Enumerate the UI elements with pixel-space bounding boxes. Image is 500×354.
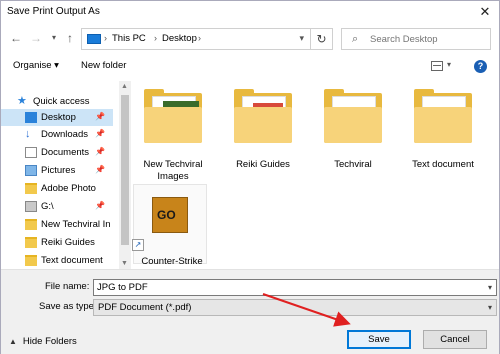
- folder-icon: PDF: [234, 89, 292, 143]
- file-item-label: Counter-Strike: [141, 256, 203, 267]
- file-name-field[interactable]: ▾: [93, 279, 497, 296]
- breadcrumb-separator: ›: [154, 33, 157, 43]
- refresh-icon[interactable]: ↻: [310, 29, 332, 49]
- file-item-counter-strike[interactable]: GO ↗ Counter-Strike: [132, 184, 207, 267]
- new-folder-button[interactable]: New folder: [81, 60, 126, 71]
- breadcrumb-separator: ›: [198, 33, 201, 43]
- star-icon: ★: [17, 95, 27, 107]
- scroll-up-icon[interactable]: ▲: [121, 83, 128, 90]
- shortcut-arrow-icon: ↗: [132, 239, 144, 251]
- folder-icon: [324, 89, 382, 143]
- sidebar-item-g-drive[interactable]: G:\ 📌: [1, 198, 113, 215]
- recent-locations-chevron-icon[interactable]: ▾: [47, 31, 61, 45]
- folder-icon: [414, 89, 472, 143]
- downloads-icon: ↓: [25, 128, 31, 140]
- counter-strike-icon: GO: [152, 197, 188, 233]
- save-as-type-value: PDF Document (*.pdf): [98, 302, 192, 313]
- hide-folders-label: Hide Folders: [22, 336, 77, 347]
- file-item-label: New Techviral Images: [143, 159, 203, 182]
- pictures-icon: [25, 165, 37, 176]
- up-arrow-icon[interactable]: ↑: [63, 31, 77, 45]
- chevron-down-icon[interactable]: ▾: [488, 283, 492, 292]
- view-options-icon[interactable]: [431, 61, 443, 71]
- search-icon: ⌕: [352, 33, 359, 45]
- hide-folders-button[interactable]: ▲ Hide Folders: [9, 336, 77, 347]
- title-bar: Save Print Output As ✕: [1, 1, 499, 23]
- save-dialog: Save Print Output As ✕ ← → ▾ ↑ › This PC…: [0, 0, 500, 354]
- sidebar-item-label: Desktop: [41, 112, 76, 123]
- search-input[interactable]: [370, 32, 488, 47]
- file-item-techviral[interactable]: Techviral: [313, 81, 393, 181]
- window-title: Save Print Output As: [7, 6, 100, 17]
- sidebar-item-label: Downloads: [41, 129, 88, 140]
- pin-icon[interactable]: 📌: [95, 129, 105, 138]
- save-options-panel: File name: ▾ Save as type: PDF Document …: [1, 269, 499, 354]
- sidebar-item-documents[interactable]: Documents 📌: [1, 144, 113, 161]
- pin-icon[interactable]: 📌: [95, 112, 105, 121]
- file-item-label: Techviral: [334, 159, 372, 170]
- sidebar-item-desktop[interactable]: Desktop 📌: [1, 109, 113, 126]
- folder-icon: [25, 255, 37, 266]
- chevron-down-icon[interactable]: ▾: [488, 303, 492, 312]
- folder-icon: [25, 219, 37, 230]
- folder-icon: [25, 237, 37, 248]
- desktop-icon: [25, 112, 37, 123]
- chevron-up-icon: ▲: [9, 337, 17, 346]
- file-item-label: Reiki Guides: [236, 159, 290, 170]
- folder-icon: [25, 183, 37, 194]
- organise-button[interactable]: Organise ▾: [13, 60, 59, 71]
- drive-icon: [25, 201, 37, 212]
- sidebar-item-reiki-guides[interactable]: Reiki Guides: [1, 234, 113, 251]
- pin-icon[interactable]: 📌: [95, 147, 105, 156]
- scroll-down-icon[interactable]: ▼: [121, 260, 128, 267]
- file-item-new-techviral-images[interactable]: New Techviral Images: [133, 81, 213, 182]
- sidebar-item-label: Reiki Guides: [41, 237, 95, 248]
- sidebar-item-label: G:\: [41, 201, 54, 212]
- sidebar-item-label: Quick access: [33, 96, 90, 107]
- breadcrumb-desktop[interactable]: Desktop: [162, 33, 197, 44]
- address-dropdown-icon[interactable]: ▾: [299, 33, 304, 44]
- sidebar-item-label: Adobe Photo: [41, 183, 96, 194]
- navigation-pane: ★ Quick access Desktop 📌 ↓ Downloads 📌 D…: [1, 81, 119, 269]
- close-icon[interactable]: ✕: [477, 4, 493, 20]
- breadcrumb-separator: ›: [104, 33, 107, 43]
- command-toolbar: Organise ▾ New folder ▾ ?: [1, 56, 499, 78]
- forward-arrow-icon[interactable]: →: [29, 31, 43, 45]
- search-box[interactable]: ⌕: [341, 28, 491, 50]
- sidebar-item-label: Documents: [41, 147, 90, 158]
- file-list: New Techviral Images PDF Reiki Guides Te…: [132, 81, 499, 269]
- sidebar-item-label: Text document: [41, 255, 103, 266]
- documents-icon: [25, 147, 37, 158]
- view-dropdown-icon[interactable]: ▾: [447, 60, 451, 69]
- sidebar-item-text-document[interactable]: Text document: [1, 252, 113, 269]
- sidebar-item-new-techviral[interactable]: New Techviral In: [1, 216, 113, 233]
- sidebar-item-label: New Techviral In: [41, 219, 111, 230]
- sidebar-item-label: Pictures: [41, 165, 76, 176]
- this-pc-icon: [87, 34, 101, 44]
- file-name-label: File name:: [45, 281, 90, 292]
- pin-icon[interactable]: 📌: [95, 201, 105, 210]
- file-name-input[interactable]: [97, 281, 477, 294]
- back-arrow-icon[interactable]: ←: [9, 31, 23, 45]
- save-button[interactable]: Save: [347, 330, 411, 349]
- sidebar-item-quick-access[interactable]: ★ Quick access: [1, 93, 113, 110]
- breadcrumb-this-pc[interactable]: This PC: [112, 33, 146, 44]
- sidebar-scrollbar[interactable]: ▲ ▼: [119, 81, 131, 269]
- help-icon[interactable]: ?: [474, 60, 487, 73]
- save-as-type-label: Save as type:: [39, 301, 97, 312]
- sidebar-item-adobe-photo[interactable]: Adobe Photo: [1, 180, 113, 197]
- scrollbar-thumb[interactable]: [121, 95, 129, 245]
- cancel-button[interactable]: Cancel: [423, 330, 487, 349]
- address-row: ← → ▾ ↑ › This PC › Desktop › ▾ ↻ ⌕: [1, 25, 499, 53]
- save-as-type-select[interactable]: PDF Document (*.pdf) ▾: [93, 299, 497, 316]
- folder-icon: [144, 89, 202, 143]
- pin-icon[interactable]: 📌: [95, 165, 105, 174]
- sidebar-item-downloads[interactable]: ↓ Downloads 📌: [1, 126, 113, 143]
- file-item-label: Text document: [412, 159, 474, 170]
- sidebar-item-pictures[interactable]: Pictures 📌: [1, 162, 113, 179]
- file-item-text-document[interactable]: Text document: [403, 81, 483, 181]
- address-bar[interactable]: › This PC › Desktop › ▾ ↻: [81, 28, 333, 50]
- file-item-reiki-guides[interactable]: PDF Reiki Guides: [223, 81, 303, 181]
